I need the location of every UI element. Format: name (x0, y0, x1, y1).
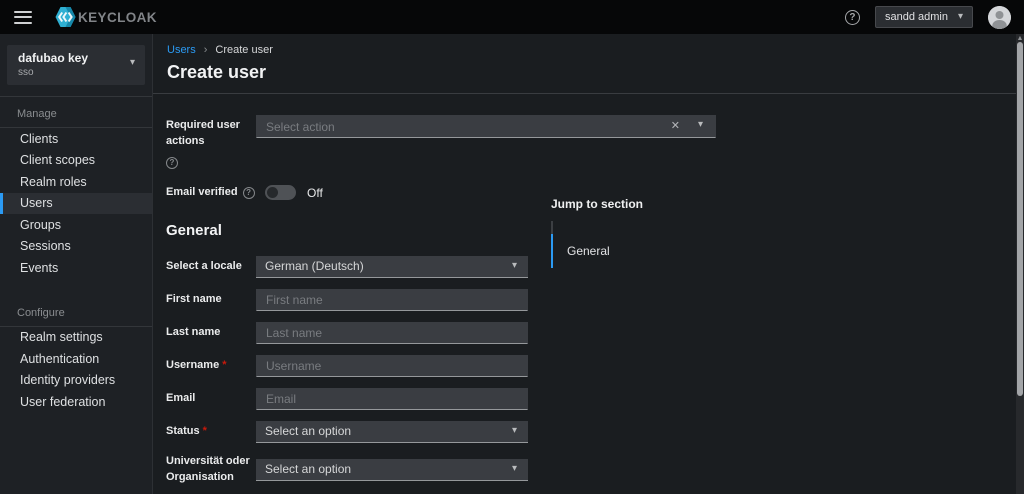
first-name-field[interactable] (256, 289, 528, 311)
email-label: Email (166, 391, 256, 407)
user-menu-dropdown[interactable]: sandd admin ▾ (875, 6, 973, 28)
help-icon[interactable]: ? (243, 187, 255, 199)
required-indicator: * (203, 425, 207, 437)
status-label-cell: Status* (166, 424, 256, 440)
clear-selection-icon[interactable]: ✕ (671, 119, 680, 132)
status-select-value: Select an option (265, 424, 351, 438)
keycloak-logo: KEYCLOAK (55, 6, 157, 28)
page-header: Users › Create user Create user (153, 34, 1024, 94)
username-label-cell: Username* (166, 358, 256, 374)
chevron-down-icon[interactable]: ▾ (698, 120, 703, 130)
sidebar-item-realm-settings[interactable]: Realm settings (0, 327, 152, 349)
breadcrumb-separator-icon: › (204, 44, 208, 56)
required-user-actions-multiselect[interactable]: ✕ ▾ (256, 115, 716, 138)
email-verified-label-cell: Email verified ? (166, 185, 256, 201)
user-menu-label: sandd admin (885, 11, 948, 23)
chevron-down-icon: ▾ (958, 12, 963, 22)
university-label: Universität oder Organisation (166, 454, 256, 486)
help-icon[interactable]: ? (166, 157, 178, 169)
username-label: Username (166, 359, 219, 371)
page-title: Create user (167, 62, 1008, 83)
breadcrumb-current: Create user (215, 44, 272, 56)
realm-selector[interactable]: dafubao key sso ▾ (7, 45, 145, 85)
university-select[interactable]: Select an option ▾ (256, 459, 528, 481)
realm-subtitle: sso (18, 67, 135, 78)
sidebar-item-clients[interactable]: Clients (0, 128, 152, 150)
sidebar-item-events[interactable]: Events (0, 257, 152, 279)
required-indicator: * (222, 359, 226, 371)
last-name-field[interactable] (256, 322, 528, 344)
vertical-scrollbar[interactable]: ▲ (1016, 34, 1024, 494)
scrollbar-thumb[interactable] (1017, 42, 1023, 396)
jump-to-section-heading: Jump to section (551, 197, 643, 211)
university-select-value: Select an option (265, 462, 351, 476)
email-field[interactable] (256, 388, 528, 410)
realm-name: dafubao key (18, 51, 135, 65)
avatar[interactable] (988, 6, 1011, 29)
required-user-actions-label: Required user actions (166, 118, 256, 150)
breadcrumb: Users › Create user (167, 44, 1008, 56)
status-label: Status (166, 425, 200, 437)
help-icon[interactable]: ? (845, 10, 860, 25)
sidebar-item-groups[interactable]: Groups (0, 214, 152, 236)
sidebar-item-sessions[interactable]: Sessions (0, 236, 152, 258)
email-verified-label: Email verified (166, 185, 238, 201)
hamburger-menu-icon[interactable] (14, 11, 32, 24)
required-user-actions-input[interactable] (256, 115, 716, 138)
masthead: KEYCLOAK ? sandd admin ▾ (0, 0, 1024, 34)
breadcrumb-users-link[interactable]: Users (167, 44, 196, 56)
required-user-actions-label-cell: Required user actions ? (166, 115, 256, 169)
email-verified-toggle[interactable] (265, 185, 296, 200)
sidebar: dafubao key sso ▾ Manage Clients Client … (0, 34, 153, 494)
first-name-label: First name (166, 292, 256, 308)
sidebar-item-identity-providers[interactable]: Identity providers (0, 370, 152, 392)
sidebar-item-realm-roles[interactable]: Realm roles (0, 171, 152, 193)
chevron-down-icon: ▾ (512, 426, 517, 436)
jump-to-section-nav: Jump to section General (551, 197, 643, 268)
keycloak-logo-icon (55, 6, 76, 28)
main-content: Users › Create user Create user Required… (153, 34, 1024, 494)
sidebar-item-user-federation[interactable]: User federation (0, 391, 152, 413)
locale-label: Select a locale (166, 259, 256, 275)
chevron-down-icon: ▾ (512, 261, 517, 271)
chevron-down-icon: ▾ (512, 464, 517, 474)
nav-section-configure: Configure (0, 296, 152, 326)
status-select[interactable]: Select an option ▾ (256, 421, 528, 443)
create-user-form: Required user actions ? ✕ ▾ Email verifi… (153, 94, 1024, 494)
brand-text: KEYCLOAK (78, 10, 157, 25)
sidebar-item-authentication[interactable]: Authentication (0, 348, 152, 370)
chevron-down-icon: ▾ (130, 58, 135, 68)
nav-section-manage: Manage (0, 97, 152, 127)
locale-select[interactable]: German (Deutsch) ▾ (256, 256, 528, 278)
email-verified-state: Off (307, 186, 323, 200)
sidebar-item-users[interactable]: Users (0, 193, 152, 215)
keycloak-admin-console: KEYCLOAK ? sandd admin ▾ dafubao key sso (0, 0, 1024, 494)
locale-select-value: German (Deutsch) (265, 259, 364, 273)
sidebar-item-client-scopes[interactable]: Client scopes (0, 150, 152, 172)
jump-nav-track (551, 221, 643, 234)
jump-link-general[interactable]: General (551, 234, 643, 268)
last-name-label: Last name (166, 325, 256, 341)
username-field[interactable] (256, 355, 528, 377)
